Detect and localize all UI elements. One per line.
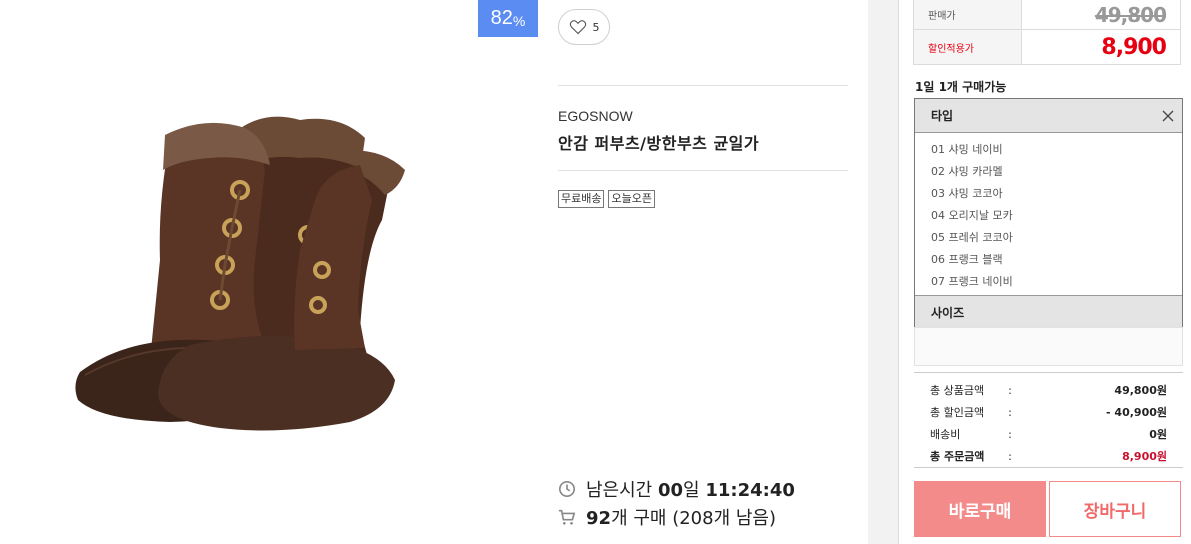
remaining-time: 남은시간 00일 11:24:40 [558,476,795,502]
purchase-count: 92개 구매 (208개 남음) [558,504,776,530]
option-item[interactable]: 04 오리지날 모카 [931,205,1182,227]
tag-list: 무료배송 오늘오픈 [558,190,655,208]
summary-row: 배송비 : 0원 [914,423,1183,445]
summary-value: - 40,900원 [1106,406,1167,419]
option-type-header[interactable]: 타입 [915,99,1182,133]
summary-colon: : [1008,427,1012,441]
sale-price-row: 할인적용가 8,900 [914,30,1180,65]
discount-badge: 82 % [478,0,538,37]
discount-unit: % [512,12,526,29]
option-item[interactable]: 01 샤밍 네이비 [931,139,1182,161]
order-summary: 총 상품금액 : 49,800원 총 할인금액 : - 40,900원 배송비 … [914,372,1183,468]
timer-time: 11:24:40 [705,480,795,501]
summary-colon: : [1008,383,1012,397]
summary-row: 총 상품금액 : 49,800원 [914,379,1183,401]
option-item[interactable]: 05 프레쉬 코코아 [931,227,1182,249]
summary-row: 총 할인금액 : - 40,900원 [914,401,1183,423]
purchase-limit: 1일 1개 구매가능 [915,80,1007,94]
panel-gutter [868,0,899,544]
price-table: 판매가 49,800 할인적용가 8,900 [913,0,1181,65]
like-count: 5 [592,20,600,34]
product-image-area: 82 % [0,0,538,544]
cart-icon [558,509,576,525]
close-icon[interactable] [1162,110,1174,122]
timer-days-unit: 일 [683,480,700,501]
timer-days: 00 [657,480,684,501]
timer-label: 남은시간 [586,480,653,501]
sold-unit: 개 구매 [611,508,667,529]
selected-options-area [914,327,1183,366]
brand-name: EGOSNOW [558,108,633,124]
option-item[interactable]: 06 프랭크 블랙 [931,249,1182,271]
option-item[interactable]: 07 프랭크 네이비 [931,271,1182,293]
buy-now-button[interactable]: 바로구매 [914,481,1046,537]
option-list: 01 샤밍 네이비 02 샤밍 카라멜 03 샤밍 코코아 04 오리지날 모카… [915,133,1182,295]
sale-price: 8,900 [1101,34,1167,60]
clock-icon [558,480,576,498]
option-item[interactable]: 03 샤밍 코코아 [931,183,1182,205]
product-title: 안감 퍼부츠/방한부츠 균일가 [558,134,760,153]
summary-label: 총 상품금액 [930,384,985,397]
original-price: 49,800 [1094,2,1167,27]
product-info: 5 EGOSNOW 안감 퍼부츠/방한부츠 균일가 무료배송 오늘오픈 남은시간… [558,0,848,544]
product-image [75,116,405,431]
heart-icon [569,20,586,35]
sold-count: 92 [586,508,612,529]
discount-number: 82 [490,7,513,29]
add-to-cart-button[interactable]: 장바구니 [1049,481,1181,537]
summary-colon: : [1008,405,1012,419]
summary-label: 총 할인금액 [930,406,985,419]
summary-value: 49,800원 [1114,384,1167,397]
summary-label: 배송비 [930,428,961,441]
original-price-row: 판매가 49,800 [914,0,1180,30]
divider [558,85,848,86]
summary-colon: : [1008,449,1012,463]
tag-free-shipping: 무료배송 [558,190,605,208]
summary-value: 0원 [1149,428,1167,441]
option-type-label: 타입 [931,109,954,123]
option-size-label: 사이즈 [931,306,965,320]
option-size-header[interactable]: 사이즈 [915,295,1182,329]
like-button[interactable]: 5 [558,9,610,45]
sale-price-label: 할인적용가 [914,30,1022,64]
summary-total-value: 8,900원 [1122,450,1167,463]
option-dropdown[interactable]: 타입 01 샤밍 네이비 02 샤밍 카라멜 03 샤밍 코코아 04 오리지날… [914,98,1183,330]
summary-total-label: 총 주문금액 [930,450,985,463]
option-item[interactable]: 02 샤밍 카라멜 [931,161,1182,183]
remaining-stock: (208개 남음) [672,508,777,529]
summary-total-row: 총 주문금액 : 8,900원 [914,445,1183,467]
divider [558,170,848,171]
order-panel: 판매가 49,800 할인적용가 8,900 1일 1개 구매가능 타입 01 … [899,0,1191,544]
tag-today-open: 오늘오픈 [608,190,655,208]
original-price-label: 판매가 [914,0,1022,29]
